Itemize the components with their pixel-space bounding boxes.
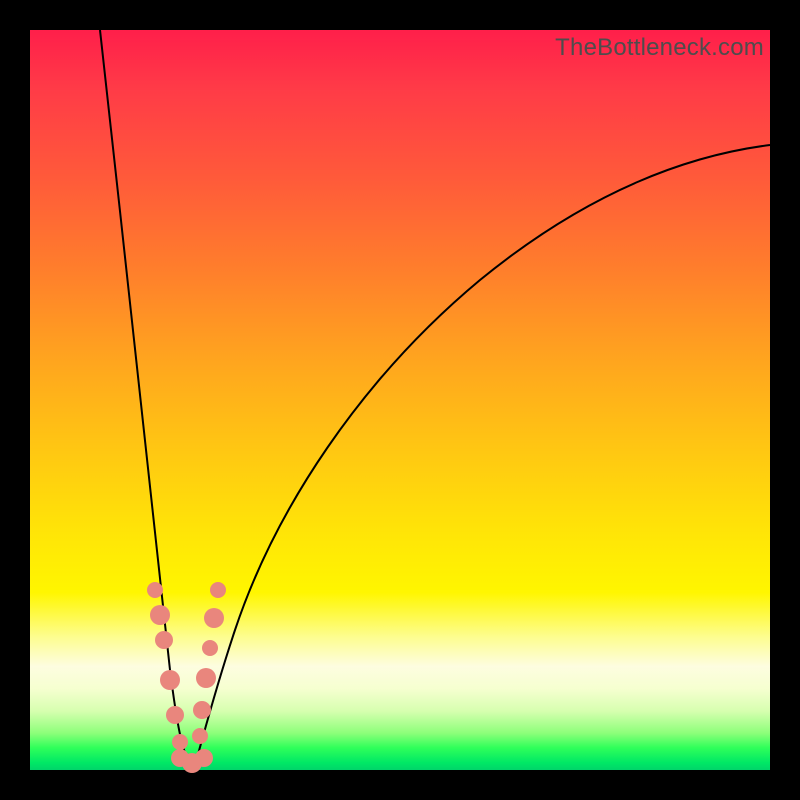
bead <box>172 734 188 750</box>
bead <box>155 631 173 649</box>
right-curve <box>195 145 770 765</box>
bead <box>210 582 226 598</box>
plot-area: TheBottleneck.com <box>30 30 770 770</box>
bead <box>160 670 180 690</box>
bead <box>202 640 218 656</box>
left-curve <box>100 30 190 765</box>
beads-group <box>147 582 226 773</box>
bead <box>192 728 208 744</box>
bead <box>166 706 184 724</box>
bead <box>150 605 170 625</box>
bead <box>195 749 213 767</box>
bead <box>204 608 224 628</box>
bead <box>147 582 163 598</box>
chart-frame: TheBottleneck.com <box>0 0 800 800</box>
bead <box>193 701 211 719</box>
curves-svg <box>30 30 770 770</box>
bead <box>196 668 216 688</box>
